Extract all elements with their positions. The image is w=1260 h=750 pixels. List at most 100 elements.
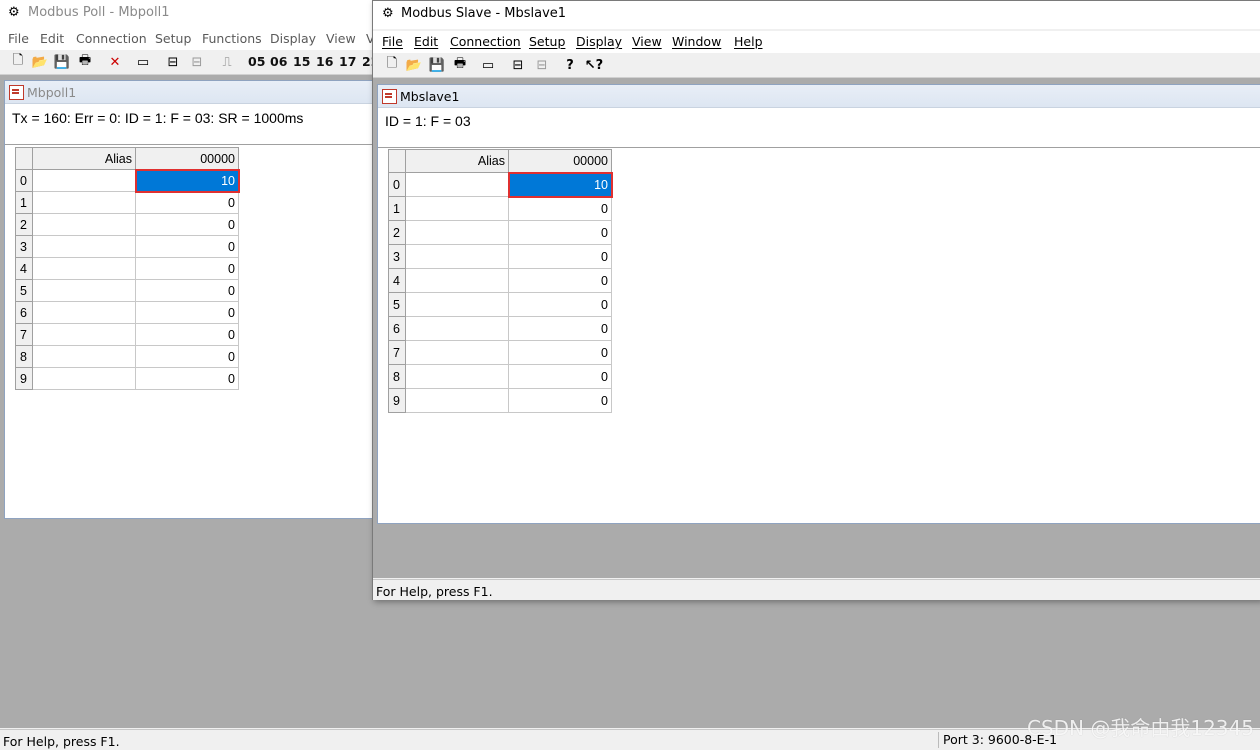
poll-menu-display[interactable]: Display — [270, 31, 316, 46]
connect-icon[interactable]: ⊟ — [164, 53, 182, 71]
fc06-button[interactable]: 06 — [270, 54, 287, 69]
print-icon[interactable]: 🖶 — [451, 56, 469, 74]
alias-cell[interactable] — [32, 367, 136, 390]
poll-menu-connection[interactable]: Connection — [76, 31, 147, 46]
save-icon[interactable]: 💾 — [428, 56, 446, 74]
context-help-icon[interactable]: ↖? — [585, 56, 603, 74]
alias-cell[interactable] — [405, 316, 509, 341]
table-row: 30 — [388, 244, 612, 269]
document-icon — [382, 89, 397, 104]
row-index: 7 — [15, 323, 33, 346]
poll-child-titlebar[interactable]: Mbpoll1 — [5, 81, 405, 104]
alias-cell[interactable] — [32, 301, 136, 324]
alias-cell[interactable] — [405, 388, 509, 413]
open-folder-icon[interactable]: 📂 — [405, 56, 423, 74]
alias-cell[interactable] — [32, 257, 136, 280]
slave-menu-file[interactable]: File — [382, 34, 403, 49]
register-value-cell[interactable]: 0 — [508, 388, 612, 413]
register-value-cell[interactable]: 0 — [508, 220, 612, 245]
alias-cell[interactable] — [32, 169, 136, 192]
alias-cell[interactable] — [405, 172, 509, 197]
register-value-cell[interactable]: 10 — [507, 171, 613, 198]
slave-menu-display[interactable]: Display — [576, 34, 622, 49]
poll-menu-functions[interactable]: Functions — [202, 31, 262, 46]
register-value-cell[interactable]: 0 — [508, 244, 612, 269]
register-value-cell[interactable]: 10 — [134, 168, 240, 193]
alias-cell[interactable] — [32, 235, 136, 258]
new-file-icon[interactable]: 🗋 — [9, 53, 27, 71]
slave-child-titlebar[interactable]: Mbslave1 — [378, 85, 1260, 108]
fc15-button[interactable]: 15 — [293, 54, 310, 69]
fc16-button[interactable]: 16 — [316, 54, 333, 69]
table-row: 40 — [15, 257, 239, 280]
delete-icon[interactable]: ✕ — [106, 53, 124, 71]
save-icon[interactable]: 💾 — [53, 53, 71, 71]
pulse-icon[interactable]: ⎍ — [218, 53, 236, 71]
connect-icon[interactable]: ⊟ — [509, 56, 527, 74]
disconnect-icon[interactable]: ⊟ — [188, 53, 206, 71]
table-row: 0 10 — [388, 171, 613, 198]
alias-cell[interactable] — [405, 196, 509, 221]
disconnect-icon[interactable]: ⊟ — [533, 56, 551, 74]
register-value-cell[interactable]: 0 — [135, 213, 239, 236]
alias-cell[interactable] — [32, 323, 136, 346]
row-index: 6 — [388, 316, 406, 341]
row-index: 1 — [15, 191, 33, 214]
alias-cell[interactable] — [405, 220, 509, 245]
register-value-cell[interactable]: 0 — [135, 279, 239, 302]
register-value-cell[interactable]: 0 — [135, 257, 239, 280]
table-row: 80 — [388, 364, 612, 389]
column-header-00000: 00000 — [508, 149, 612, 173]
alias-cell[interactable] — [405, 244, 509, 269]
print-icon[interactable]: 🖶 — [76, 53, 94, 71]
table-row: 90 — [388, 388, 612, 413]
register-value-cell[interactable]: 0 — [135, 367, 239, 390]
new-file-icon[interactable]: 🗋 — [383, 56, 401, 74]
alias-cell[interactable] — [32, 279, 136, 302]
register-value-cell[interactable]: 0 — [135, 323, 239, 346]
help-icon[interactable]: ? — [561, 56, 579, 74]
register-value-cell[interactable]: 0 — [135, 345, 239, 368]
slave-titlebar[interactable]: ⚙ Modbus Slave - Mbslave1 — [373, 1, 1260, 29]
poll-menu-setup[interactable]: Setup — [155, 31, 191, 46]
slave-menu-view[interactable]: View — [632, 34, 662, 49]
register-value-cell[interactable]: 0 — [508, 340, 612, 365]
register-value-cell[interactable]: 0 — [508, 364, 612, 389]
fc05-button[interactable]: 05 — [248, 54, 265, 69]
row-index: 2 — [388, 220, 406, 245]
window-icon[interactable]: ▭ — [134, 53, 152, 71]
register-value-cell[interactable]: 0 — [135, 191, 239, 214]
table-row: 70 — [388, 340, 612, 365]
slave-menu-window[interactable]: Window — [672, 34, 721, 49]
table-row: 30 — [15, 235, 239, 258]
row-index: 2 — [15, 213, 33, 236]
register-value-cell[interactable]: 0 — [135, 301, 239, 324]
alias-cell[interactable] — [405, 268, 509, 293]
poll-menu-edit[interactable]: Edit — [40, 31, 64, 46]
alias-cell[interactable] — [32, 345, 136, 368]
alias-cell[interactable] — [405, 364, 509, 389]
register-value-cell[interactable]: 0 — [508, 196, 612, 221]
slave-menu-edit[interactable]: Edit — [414, 34, 438, 49]
window-icon[interactable]: ▭ — [479, 56, 497, 74]
register-value-cell[interactable]: 0 — [508, 316, 612, 341]
csdn-watermark: CSDN @我命由我12345 — [1026, 716, 1254, 740]
slave-menu-connection[interactable]: Connection — [450, 34, 521, 49]
alias-header: Alias — [32, 147, 136, 170]
alias-cell[interactable] — [405, 292, 509, 317]
register-value-cell[interactable]: 0 — [135, 235, 239, 258]
fc17-button[interactable]: 17 — [339, 54, 356, 69]
row-index: 9 — [15, 367, 33, 390]
slave-menu-help[interactable]: Help — [734, 34, 763, 49]
alias-cell[interactable] — [32, 191, 136, 214]
alias-cell[interactable] — [32, 213, 136, 236]
alias-cell[interactable] — [405, 340, 509, 365]
poll-menu-file[interactable]: File — [8, 31, 29, 46]
open-folder-icon[interactable]: 📂 — [31, 53, 49, 71]
register-value-cell[interactable]: 0 — [508, 268, 612, 293]
register-value-cell[interactable]: 0 — [508, 292, 612, 317]
slave-menu-setup[interactable]: Setup — [529, 34, 565, 49]
poll-menu-view[interactable]: View — [326, 31, 356, 46]
slave-statusbar: For Help, press F1. — [373, 579, 1260, 600]
table-row: 50 — [15, 279, 239, 302]
